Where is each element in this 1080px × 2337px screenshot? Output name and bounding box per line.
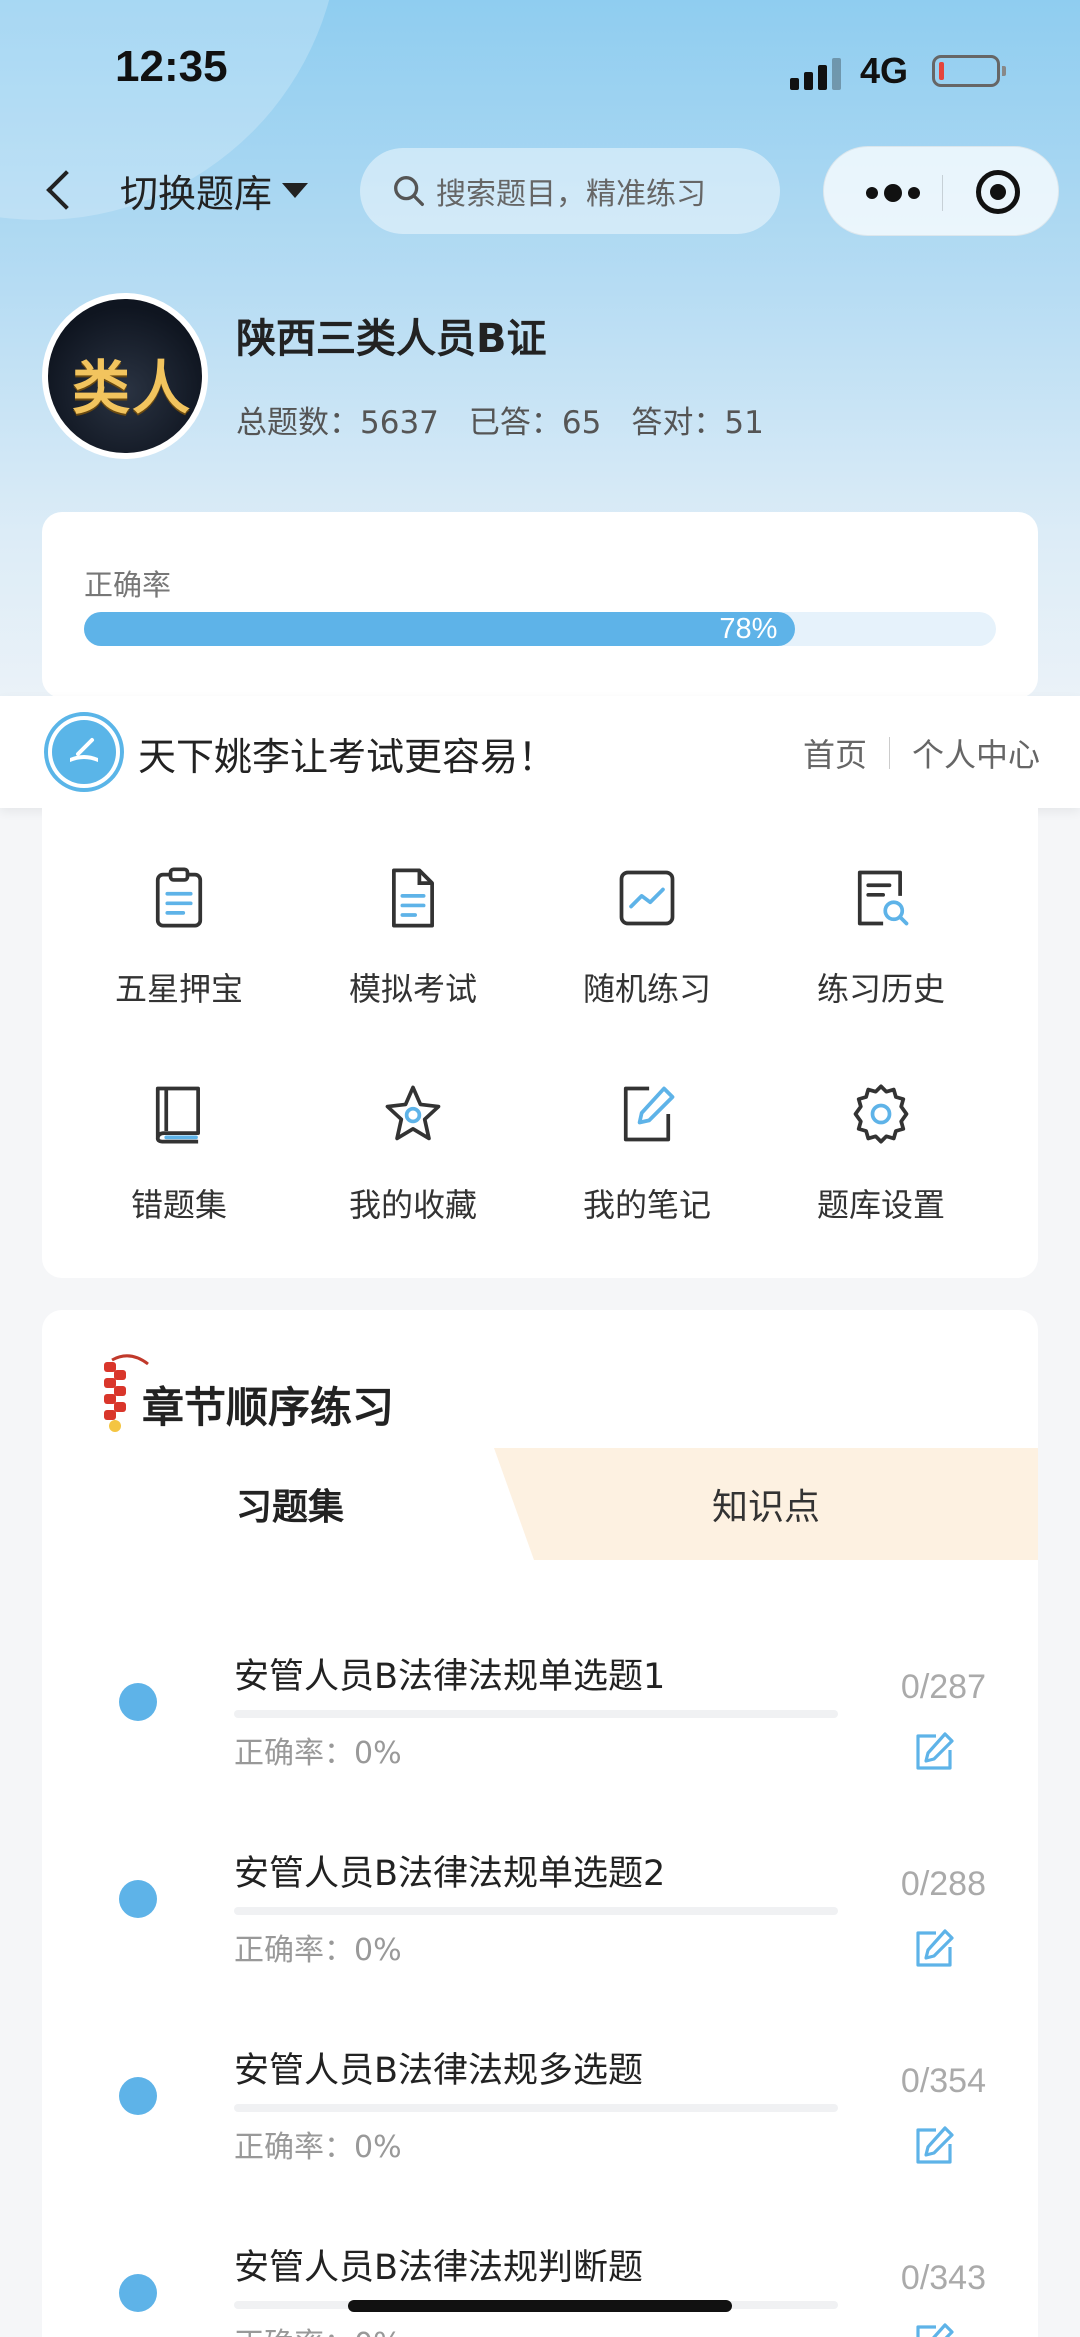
tab-knowledge-points[interactable]: 知识点 xyxy=(494,1448,1038,1560)
document-icon xyxy=(392,868,434,928)
section-count: 0/354 xyxy=(900,2062,986,2100)
menu-label: 题库设置 xyxy=(816,1186,945,1224)
edit-icon[interactable] xyxy=(912,2321,956,2337)
bank-stats: 总题数：5637 已答：65 答对：51 xyxy=(236,397,764,442)
bank-title: 陕西三类人员B证 xyxy=(236,316,547,362)
chapter-practice-card: 章节顺序练习 习题集 知识点 安管人员B法律法规单选题1 正确率：0% 0/287 安… xyxy=(42,1310,1038,2337)
history-search-icon xyxy=(857,870,909,926)
miniprogram-capsule xyxy=(823,146,1059,236)
search-placeholder: 搜索题目，精准练习 xyxy=(436,177,706,212)
battery-icon xyxy=(932,55,1006,87)
menu-label: 练习历史 xyxy=(816,970,945,1008)
search-icon xyxy=(394,176,424,206)
section-row[interactable]: 安管人员B法律法规多选题正确率：0% 0/354 xyxy=(42,2000,1038,2196)
status-time: 12:35 xyxy=(115,42,228,91)
edit-icon[interactable] xyxy=(912,1927,956,1971)
menu-label: 五星押宝 xyxy=(114,970,243,1008)
close-miniprogram-icon[interactable] xyxy=(976,170,1020,214)
menu-label: 模拟考试 xyxy=(348,970,477,1008)
section-name: 安管人员B法律法规单选题1 xyxy=(234,1657,666,1697)
star-icon xyxy=(385,1085,441,1141)
profile-link[interactable]: 个人中心 xyxy=(912,730,1040,776)
switch-bank-dropdown[interactable]: 切换题库 xyxy=(120,160,309,220)
section-row[interactable]: 安管人员B法律法规单选题2 正确率：0% 0/288 xyxy=(42,1803,1038,1999)
section-progress-bar xyxy=(234,2104,838,2112)
menu-favorites[interactable]: 我的收藏 xyxy=(296,1024,530,1224)
section-accuracy: 正确率：0% xyxy=(234,1736,402,1771)
caret-down-icon xyxy=(282,182,309,198)
total-count: 总题数：5637 xyxy=(236,405,439,441)
accuracy-progress-fill: 78% xyxy=(84,612,796,646)
section-count: 0/343 xyxy=(900,2259,986,2297)
section-row[interactable]: 安管人员B法律法规判断题正确率：0% 0/343 xyxy=(42,2197,1038,2337)
section-accuracy: 正确率：0% xyxy=(234,2319,402,2337)
switch-bank-label: 切换题库 xyxy=(120,171,273,216)
correct-count: 答对：51 xyxy=(631,405,764,441)
feature-menu: 五星押宝 模拟考试 随机练习 练习历史 错题集 我的收藏 我的笔记 题库设置 xyxy=(42,808,1038,1278)
cellular-signal-icon xyxy=(790,56,846,90)
edit-icon[interactable] xyxy=(912,2124,956,2168)
menu-bank-settings[interactable]: 题库设置 xyxy=(764,1024,998,1224)
section-name: 安管人员B法律法规单选题2 xyxy=(234,1854,666,1894)
accuracy-label: 正确率 xyxy=(84,568,172,602)
menu-five-star[interactable]: 五星押宝 xyxy=(62,808,296,1008)
answered-count: 已答：65 xyxy=(468,405,602,441)
slogan-banner: 天下姚李让考试更容易！ 首页 个人中心 xyxy=(0,696,1080,808)
section-dot xyxy=(119,2077,157,2115)
clipboard-icon xyxy=(155,867,203,928)
network-type: 4G xyxy=(860,50,909,91)
menu-label: 错题集 xyxy=(130,1186,227,1224)
section-count: 0/288 xyxy=(900,1865,986,1903)
edit-icon[interactable] xyxy=(912,1730,956,1774)
section-accuracy: 正确率：0% xyxy=(234,1933,402,1968)
back-button[interactable] xyxy=(40,160,80,220)
gear-icon xyxy=(853,1084,909,1144)
menu-label: 随机练习 xyxy=(582,970,711,1008)
accuracy-card: 正确率 78% xyxy=(42,512,1038,698)
menu-label: 我的笔记 xyxy=(582,1186,711,1224)
menu-practice-history[interactable]: 练习历史 xyxy=(764,808,998,1008)
menu-label: 我的收藏 xyxy=(348,1186,477,1224)
home-link[interactable]: 首页 xyxy=(803,730,867,776)
tab-exercises[interactable]: 习题集 xyxy=(42,1448,538,1560)
section-row[interactable]: 安管人员B法律法规单选题1 正确率：0% 0/287 xyxy=(42,1606,1038,1802)
section-count: 0/287 xyxy=(900,1668,986,1706)
more-icon[interactable] xyxy=(854,147,932,237)
avatar-text: 类人 xyxy=(71,354,192,422)
note-edit-icon xyxy=(623,1086,675,1142)
brand-logo xyxy=(44,712,124,792)
book-icon xyxy=(155,1086,200,1144)
menu-random-practice[interactable]: 随机练习 xyxy=(530,808,764,1008)
book-pen-icon xyxy=(70,738,98,762)
search-input[interactable]: 搜索题目，精准练习 xyxy=(360,148,780,234)
trend-chart-icon xyxy=(619,870,675,926)
section-progress-bar xyxy=(234,1907,838,1915)
slogan-text: 天下姚李让考试更容易！ xyxy=(138,735,557,779)
home-indicator xyxy=(348,2300,732,2312)
section-dot xyxy=(119,1880,157,1918)
chapter-title: 章节顺序练习 xyxy=(142,1383,395,1432)
section-name: 安管人员B法律法规多选题 xyxy=(234,2051,644,2091)
accuracy-progress-bar: 78% xyxy=(84,612,996,646)
section-accuracy: 正确率：0% xyxy=(234,2130,402,2165)
section-progress-bar xyxy=(234,1710,838,1718)
section-name: 安管人员B法律法规判断题 xyxy=(234,2248,644,2288)
section-dot xyxy=(119,2274,157,2312)
section-dot xyxy=(119,1683,157,1721)
avatar: 类人 xyxy=(42,293,208,459)
menu-mock-exam[interactable]: 模拟考试 xyxy=(296,808,530,1008)
menu-wrong-questions[interactable]: 错题集 xyxy=(62,1024,296,1224)
menu-notes[interactable]: 我的笔记 xyxy=(530,1024,764,1224)
accuracy-percent: 78% xyxy=(719,613,778,645)
